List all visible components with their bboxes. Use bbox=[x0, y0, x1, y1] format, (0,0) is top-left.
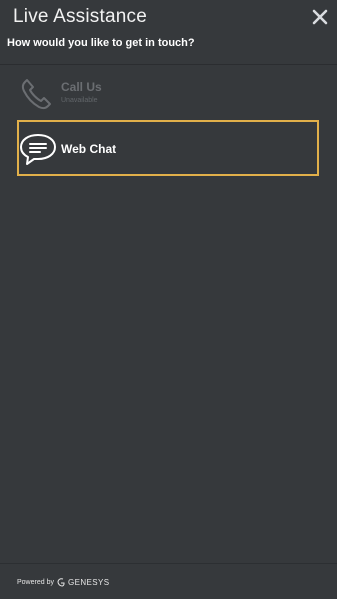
call-us-option: Call Us Unavailable bbox=[17, 66, 319, 122]
web-chat-label: Web Chat bbox=[61, 142, 117, 156]
call-us-status: Unavailable bbox=[61, 97, 98, 104]
panel-title: Live Assistance bbox=[13, 6, 147, 27]
panel-header: Live Assistance How would you like to ge… bbox=[0, 0, 337, 62]
close-button[interactable] bbox=[311, 8, 329, 26]
close-icon bbox=[312, 9, 328, 25]
panel-subtitle: How would you like to get in touch? bbox=[7, 37, 195, 49]
powered-by: Powered by GENESYS bbox=[17, 578, 109, 587]
header-divider bbox=[0, 64, 337, 65]
web-chat-option[interactable]: Web Chat bbox=[17, 120, 319, 176]
genesys-logo-icon bbox=[57, 578, 65, 587]
powered-by-label: Powered by bbox=[17, 579, 54, 586]
panel-footer: Powered by GENESYS bbox=[0, 563, 337, 599]
chat-bubble-icon bbox=[20, 134, 56, 165]
genesys-brand: GENESYS bbox=[67, 578, 110, 587]
phone-icon bbox=[21, 79, 51, 110]
call-us-label: Call Us bbox=[61, 80, 102, 94]
